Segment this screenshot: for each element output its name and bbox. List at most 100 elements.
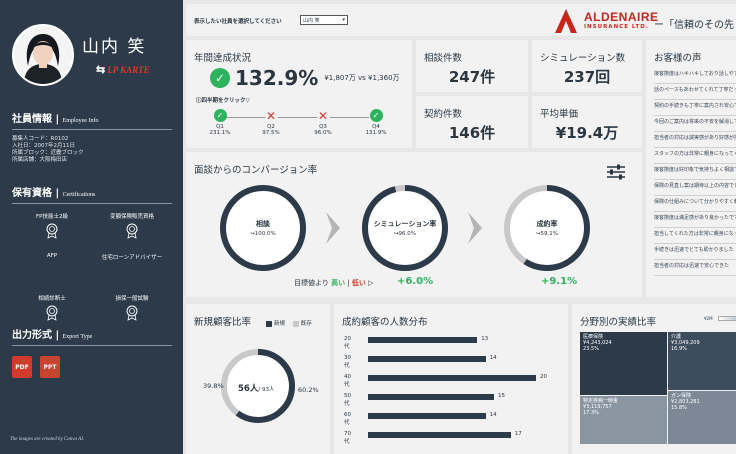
kpi-value: 247件 (448, 68, 496, 86)
qualification-label: 変額保険販売資格 (109, 214, 154, 220)
bar[interactable] (368, 413, 486, 419)
quarter-q1[interactable]: ✓ Q1 231.1% (200, 109, 240, 136)
delta-contract: +9.1% (541, 276, 578, 287)
bar-category-label: 70代 (344, 431, 351, 445)
treemap-cell-medical[interactable]: 医療保険 ¥4,243,024 23.5% (580, 332, 667, 395)
target-prefix: 目標値より (294, 279, 329, 287)
field-performance-card: 分野別の実績比率 ¥2M 医療保険 ¥4,243,024 23.5% 介護 ¥3,04… (572, 304, 736, 454)
voice-item: 担当者の対応は誠実感があり好感が持てた (654, 132, 736, 148)
age-dist-title: 成約顧客の人数分布 (342, 317, 428, 328)
quarter-q2[interactable]: ✕ Q2 97.5% (251, 109, 291, 137)
annual-achievement-card: 年間達成状況 ✓ 132.9% ¥1,807万 vs ¥1,360万 Ⓘ四半期を… (186, 40, 412, 148)
voice-item: 契約の手続きも丁寧に案内され安心でした (654, 100, 736, 116)
pdf-export-icon[interactable]: PDF (12, 356, 32, 378)
voice-item: 担当者の対応は迅速で安心できた (654, 260, 736, 276)
conversion-card: 面談からのコンバージョン率 相談 ↪100.0% シミュレーション率 ↪96.0% 成約… (186, 152, 642, 297)
medal-icon (126, 305, 138, 321)
quarter-q4[interactable]: ✓ Q4 131.9% (356, 109, 396, 136)
employee-info-subheading: Employee Info (62, 118, 99, 124)
medal-icon (46, 223, 58, 239)
ring-label: 成約率 (537, 219, 558, 228)
employee-selector[interactable]: 山内 笑 ▾ (300, 15, 348, 25)
export-heading: 出力形式 (12, 330, 52, 341)
bar[interactable] (368, 337, 478, 343)
age-distribution-card: 成約顧客の人数分布 20代 13 30代 14 40代 20 50代 15 60代 14 70代 17 (334, 304, 568, 454)
image-credit: The images are created by Canva AI. (10, 437, 85, 442)
qualifications-heading: 保有資格 (12, 188, 52, 199)
export-icons: PDF PPT (12, 356, 172, 378)
qualification-label: AFP (46, 253, 58, 259)
donut-left-pct: 39.8% (203, 382, 224, 390)
qualification-label: 相続診断士 (38, 296, 66, 302)
info-line: 募集人コード：R0102 (12, 136, 69, 142)
medal-icon (126, 223, 138, 239)
new-customer-card: 新規顧客比率 新規 既存 56人/ 93人 39.8% 60.2% (186, 304, 330, 454)
voice-item: 接客態度はハキハキしており話しやすかった (654, 68, 736, 84)
kpi-label: 平均単価 (540, 109, 579, 120)
treemap-cell-cancer[interactable]: ガン保険 ¥2,803,281 15.8% (668, 391, 736, 444)
ppt-export-icon[interactable]: PPT (40, 356, 60, 378)
cell-pct: 15.8% (671, 405, 687, 411)
employee-name: 山内 笑 (82, 37, 147, 57)
voice-item: 話のペースもあわせてくれて丁寧だった (654, 84, 736, 100)
bar[interactable] (368, 375, 536, 381)
employee-info-lines: 募集人コード：R0102 入社日：2007年2月11日 所属ブロック：近畿ブロッ… (12, 136, 172, 164)
sidebar: 山内 笑 ⇆ LP KARTE 社員情報 | Employee Info 募集人コ… (0, 0, 183, 454)
quarter-q3[interactable]: ✕ Q3 96.0% (303, 109, 343, 137)
bar-category-label: 60代 (344, 412, 351, 426)
quarter-value: 131.9% (365, 130, 387, 136)
voice-item: 接客態度は好印象で気持ちよく相談できた (654, 164, 736, 180)
voice-list[interactable]: 接客態度はハキハキしており話しやすかった話のペースもあわせてくれて丁寧だった契約… (654, 68, 736, 276)
company-logo-icon (555, 9, 577, 33)
brand-subtitle: INSURANCE LTD. (584, 24, 649, 30)
employee-info-title: 社員情報 | Employee Info (12, 110, 172, 130)
qualification-item: 損保一般試験 (92, 294, 172, 330)
export-section: 出力形式 | Export Type PDF PPT (12, 326, 172, 378)
check-icon: ✓ (369, 109, 383, 122)
donut-center-value: 56人 (238, 384, 259, 394)
voice-title: お客様の声 (654, 53, 702, 64)
bar[interactable] (368, 394, 494, 400)
voice-item: 保険の仕組みについて分かりやすく教えてもらえました。 (654, 196, 736, 212)
color-scale-min: ¥2M (704, 316, 713, 321)
qualification-label: FP技能士2級 (36, 214, 68, 220)
bar-category-label: 20代 (344, 336, 351, 350)
bar[interactable] (368, 432, 511, 438)
voice-item: 手続きは迅速でとても助かりました (654, 244, 736, 260)
chevron-right-icon (468, 212, 482, 244)
consult-count-card: 相談件数 247件 (416, 40, 528, 92)
bar[interactable] (368, 356, 486, 362)
lp-karte-link[interactable]: ⇆ LP KARTE (96, 63, 150, 76)
employee-selector-label: 表示したい社員を選択してください (194, 19, 282, 25)
info-line: 所属店舗：大阪梅田店 (12, 157, 68, 163)
qualifications-title: 保有資格 | Certifications (12, 184, 172, 204)
target-high: 高い (331, 279, 346, 287)
kpi-value: ¥19.4万 (555, 124, 619, 142)
employee-info-heading: 社員情報 (12, 114, 52, 125)
treemap-cell-critical-illness[interactable]: 特定疾病一時金 ¥3,119,757 17.3% (580, 396, 667, 444)
field-perf-title: 分野別の実績比率 (580, 317, 657, 328)
top-bar: 表示したい社員を選択してください 山内 笑 ▾ ALDENAIRE INSURA… (186, 4, 736, 36)
qualification-label: 住宅ローンアドバイザー (101, 255, 163, 261)
qualification-item: AFP (12, 253, 92, 289)
voice-item: 今回のご案内は将来の不安を解消してくれた (654, 116, 736, 132)
target-comparison: 目標値より 高い | 低い ▷ (294, 279, 374, 287)
new-customer-donut (221, 349, 295, 423)
bar-value-label: 17 (514, 431, 522, 437)
check-icon: ✓ (210, 68, 230, 88)
selected-employee: 山内 笑 (303, 18, 320, 24)
qualifications-section: 保有資格 | Certifications FP技能士2級 変額保険販売資格 A… (12, 184, 172, 330)
employee-info-section: 社員情報 | Employee Info 募集人コード：R0102 入社日：20… (12, 110, 172, 164)
qualification-item: 相続診断士 (12, 294, 92, 330)
export-subheading: Export Type (62, 334, 93, 340)
treemap-cell-care[interactable]: 介護 ¥3,049,209 16.9% (668, 332, 736, 390)
info-line: 所属ブロック：近畿ブロック (12, 150, 84, 156)
ring-label: シミュレーション率 (374, 219, 437, 228)
contract-count-card: 契約件数 146件 (416, 96, 528, 148)
cell-pct: 17.3% (583, 410, 599, 416)
bar-value-label: 14 (489, 355, 497, 361)
employee-avatar (12, 24, 74, 86)
voice-item: スタッフの方は非常に親身になってくれました。 (654, 148, 736, 164)
bar-category-label: 50代 (344, 393, 351, 407)
bar-value-label: 15 (498, 393, 505, 399)
